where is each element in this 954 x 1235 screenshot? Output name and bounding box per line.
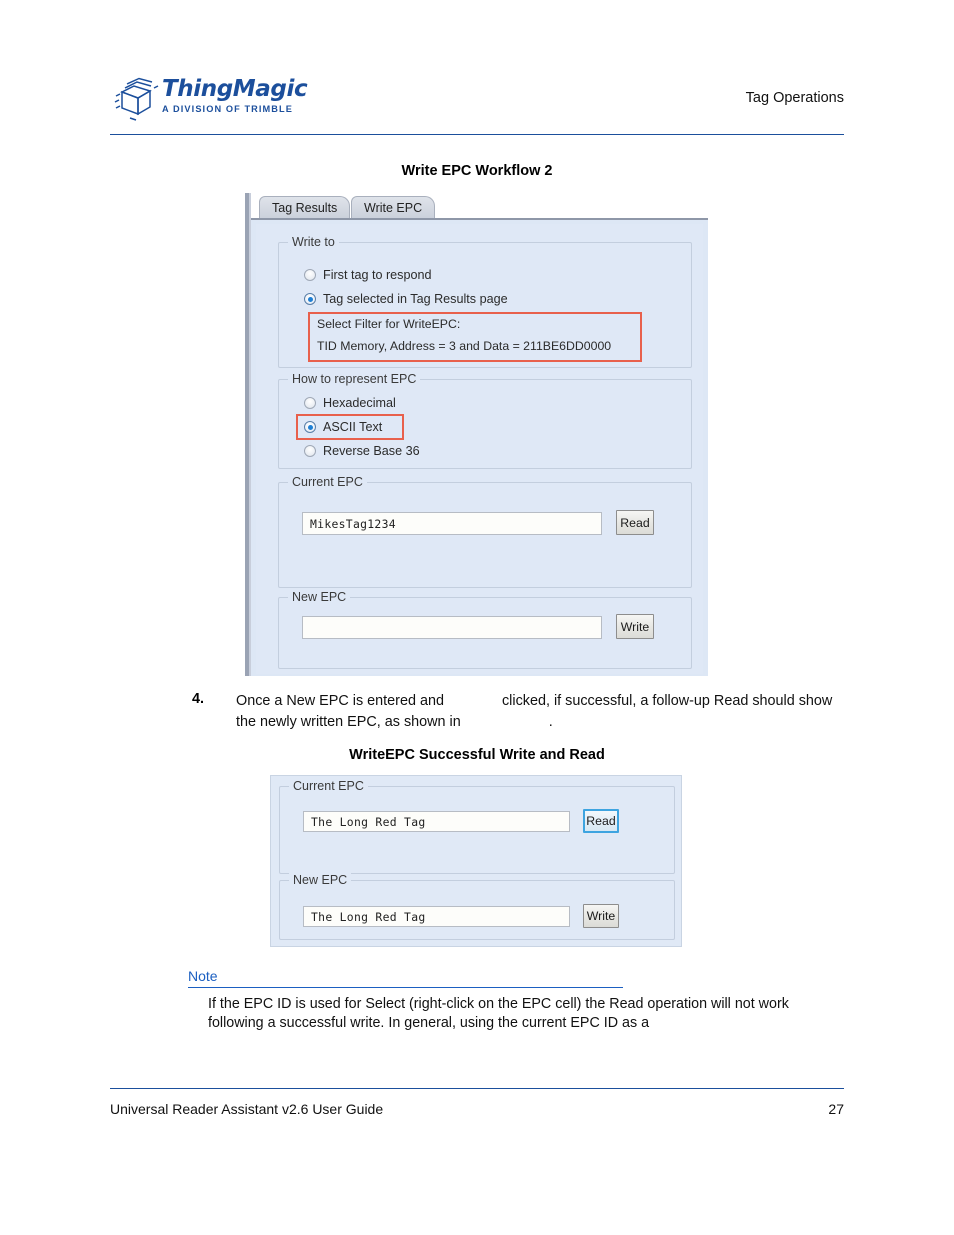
radio-icon-unselected [304,445,316,457]
window-left-edge [244,193,251,676]
panel-inner: Write to First tag to respond Tag select… [256,224,703,674]
footer-divider [110,1088,844,1089]
group-current-epc-2-title: Current EPC [289,779,368,793]
figure-1-caption: Write EPC Workflow 2 [401,163,553,179]
logo-text-block: ThingMagic A DIVISION OF TRIMBLE [162,76,337,114]
step-4-text: Once a New EPC is entered and clicked, if… [236,691,850,733]
tab-strip: Tag Results Write EPC [251,193,708,220]
current-epc-input-2[interactable]: The Long Red Tag [303,811,570,832]
running-head-section-title: Tag Operations [745,90,844,106]
tab-tag-results[interactable]: Tag Results [259,196,351,220]
radio-first-tag-to-respond[interactable]: First tag to respond [304,268,432,282]
write-button[interactable]: Write [616,614,654,639]
group-write-to-title: Write to [288,235,339,249]
radio-tag-selected-in-results[interactable]: Tag selected in Tag Results page [304,292,508,306]
logo-tagline: A DIVISION OF TRIMBLE [162,104,293,114]
select-filter-label: Select Filter for WriteEPC: [317,317,461,331]
figure-2-caption: WriteEPC Successful Write and Read [349,747,605,763]
cube-logo-icon [110,74,162,122]
logo-wordmark: ThingMagic [162,76,308,102]
annotation-box-ascii-text [296,414,404,440]
group-represent-title: How to represent EPC [288,372,421,386]
group-new-epc-2-title: New EPC [289,873,352,887]
radio-hexadecimal[interactable]: Hexadecimal [304,396,396,410]
current-epc-input[interactable]: MikesTag1234 [302,512,602,535]
thingmagic-logo: ThingMagic A DIVISION OF TRIMBLE [110,72,340,126]
note-block: Note If the EPC ID is used for Select (r… [188,967,844,1033]
group-current-epc-title: Current EPC [288,475,367,489]
radio-reverse-base36-label: Reverse Base 36 [323,444,420,458]
tab-write-epc[interactable]: Write EPC [351,196,436,220]
footer-page-number: 27 [828,1101,844,1117]
step-4-text-part3: . [548,714,553,730]
note-divider [188,987,623,988]
step-4-text-part1: Once a New EPC is entered and [236,693,444,709]
note-body: If the EPC ID is used for Select (right-… [208,996,789,1031]
read-button[interactable]: Read [616,510,654,535]
read-button-2[interactable]: Read [583,809,619,833]
radio-hexadecimal-label: Hexadecimal [323,396,396,410]
writeepc-success-screenshot: Current EPC The Long Red Tag Read New EP… [270,775,682,947]
write-epc-panel: Write to First tag to respond Tag select… [251,218,708,676]
footer-document-title: Universal Reader Assistant v2.6 User Gui… [110,1101,384,1117]
new-epc-input-2[interactable]: The Long Red Tag [303,906,570,927]
note-title: Note [188,968,218,984]
header-divider [110,134,844,135]
step-4-number: 4. [192,691,205,707]
page-header: ThingMagic A DIVISION OF TRIMBLE Tag Ope… [110,72,844,134]
radio-reverse-base-36[interactable]: Reverse Base 36 [304,444,420,458]
radio-first-tag-label: First tag to respond [323,268,432,282]
group-new-epc-title: New EPC [288,590,351,604]
radio-icon-unselected [304,397,316,409]
write-epc-screenshot: Tag Results Write EPC Write to First tag… [244,193,708,676]
radio-tag-selected-label: Tag selected in Tag Results page [323,292,508,306]
radio-icon-unselected [304,269,316,281]
write-button-2[interactable]: Write [583,904,619,928]
group-current-epc: Current EPC [278,475,692,588]
radio-icon-selected [304,293,316,305]
new-epc-input[interactable] [302,616,602,639]
select-filter-value: TID Memory, Address = 3 and Data = 211BE… [317,339,612,353]
